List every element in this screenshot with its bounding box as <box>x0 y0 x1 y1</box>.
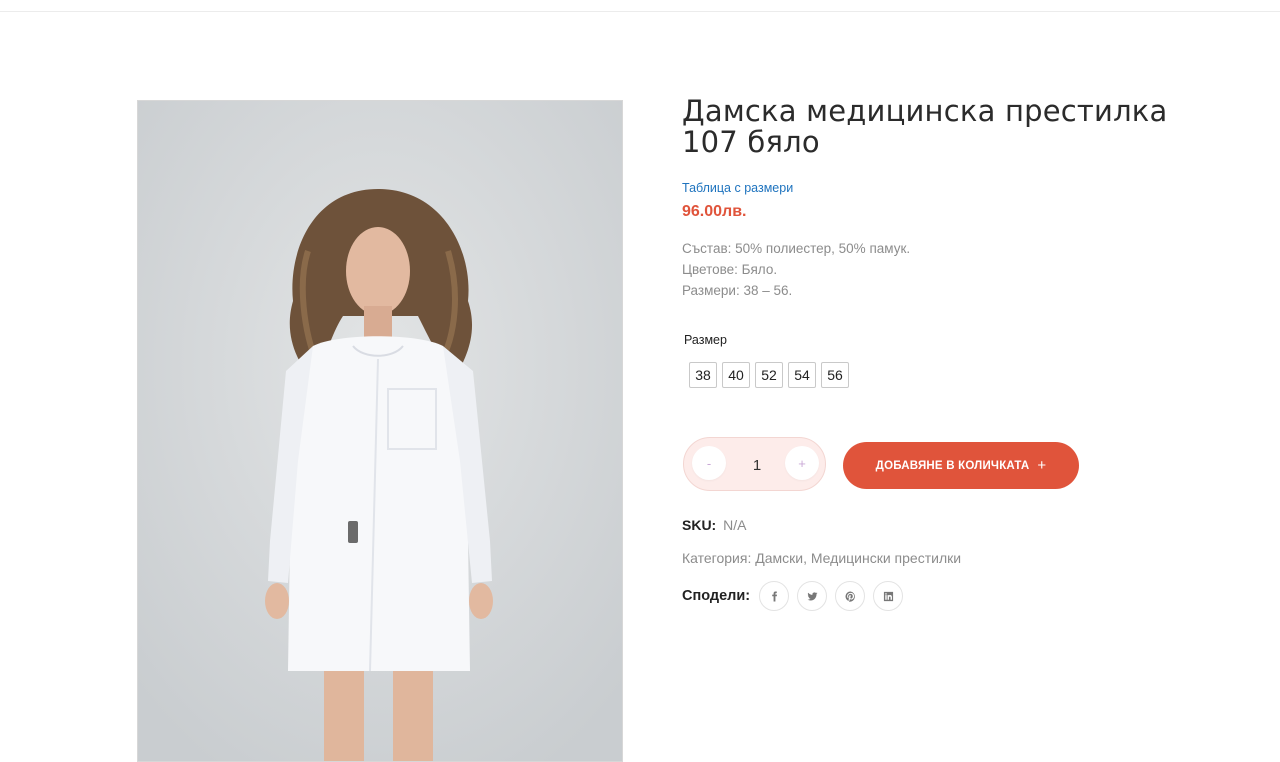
size-option-38[interactable]: 38 <box>689 362 717 388</box>
category-link-medical-coats[interactable]: Медицински престилки <box>811 550 961 566</box>
product-description: Състав: 50% полиестер, 50% памук. Цветов… <box>682 238 910 301</box>
size-table-link[interactable]: Таблица с размери <box>682 181 793 195</box>
size-option-52[interactable]: 52 <box>755 362 783 388</box>
quantity-input[interactable] <box>732 452 782 478</box>
share-row: Сподели: <box>682 581 911 611</box>
size-label: Размер <box>684 333 727 347</box>
linkedin-icon[interactable] <box>873 581 904 611</box>
size-options: 38 40 52 54 56 <box>689 362 849 388</box>
category-row: Категория: Дамски, Медицински престилки <box>682 550 961 566</box>
sku-label: SKU: <box>682 517 717 533</box>
product-title: Дамска медицинска престилка 107 бяло <box>682 96 1202 158</box>
description-sizes: Размери: 38 – 56. <box>682 283 793 298</box>
facebook-icon[interactable] <box>759 581 790 611</box>
header-divider <box>0 11 1280 12</box>
category-label: Категория: <box>682 550 752 566</box>
product-photo-illustration <box>138 101 622 761</box>
product-title-line1: Дамска медицинска престилка <box>682 94 1168 128</box>
product-price: 96.00лв. <box>682 203 747 220</box>
size-option-56[interactable]: 56 <box>821 362 849 388</box>
description-composition: Състав: 50% полиестер, 50% памук. <box>682 241 911 256</box>
plus-icon: + <box>1037 457 1047 474</box>
pinterest-icon[interactable] <box>835 581 866 611</box>
category-link-women[interactable]: Дамски <box>755 550 803 566</box>
product-title-line2: 107 бяло <box>682 125 820 159</box>
product-image[interactable] <box>137 100 623 762</box>
quantity-increase-button[interactable]: + <box>785 446 819 480</box>
sku-row: SKU: N/A <box>682 517 746 533</box>
quantity-decrease-button[interactable]: - <box>692 446 726 480</box>
size-option-54[interactable]: 54 <box>788 362 816 388</box>
add-to-cart-label: ДОБАВЯНЕ В КОЛИЧКАТА <box>875 459 1030 472</box>
size-option-40[interactable]: 40 <box>722 362 750 388</box>
description-colors: Цветове: Бяло. <box>682 262 778 277</box>
category-separator: , <box>803 550 807 566</box>
twitter-icon[interactable] <box>797 581 828 611</box>
sku-value: N/A <box>723 517 747 533</box>
add-to-cart-button[interactable]: ДОБАВЯНЕ В КОЛИЧКАТА + <box>843 442 1079 489</box>
share-label: Сподели: <box>682 588 751 604</box>
quantity-stepper: - + <box>683 437 826 491</box>
